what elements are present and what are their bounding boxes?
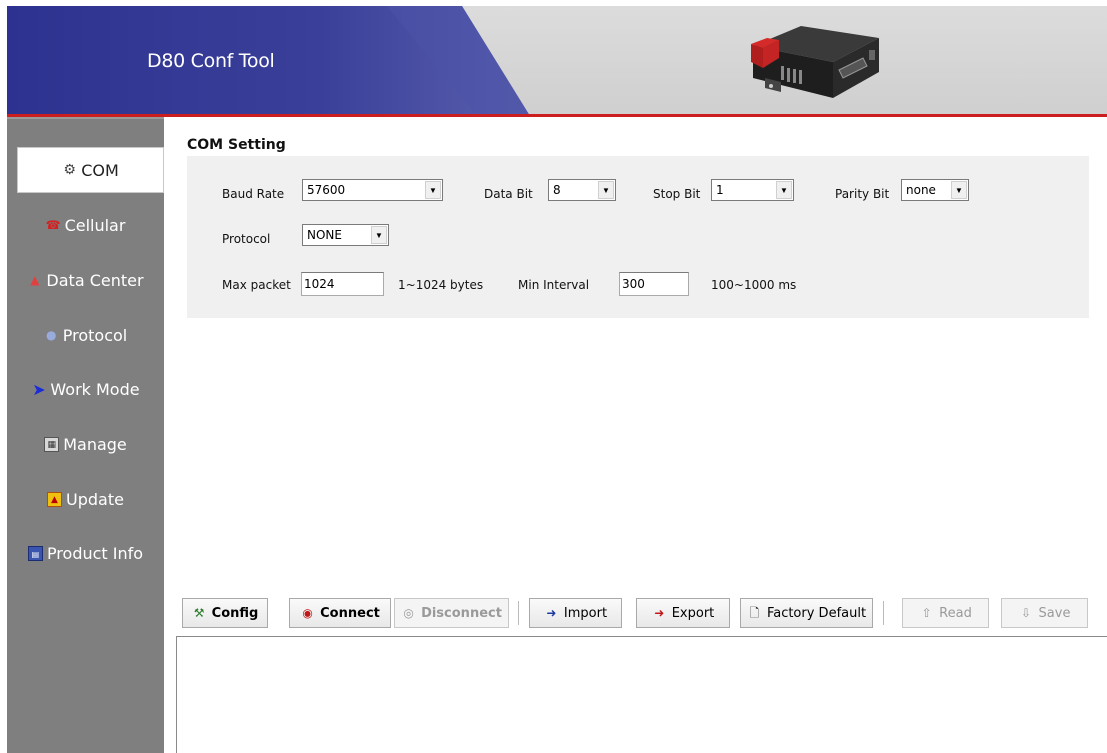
protocol-label: Protocol: [222, 232, 271, 246]
connect-label: Connect: [320, 605, 380, 621]
toolbar-separator: [883, 601, 884, 625]
min-interval-hint: 100~1000 ms: [711, 278, 797, 292]
protocol-value: NONE: [307, 228, 342, 242]
sidebar-item-label: Cellular: [64, 215, 126, 235]
data-bit-label: Data Bit: [484, 187, 533, 201]
sidebar-item-work-mode[interactable]: ➤ Work Mode: [7, 366, 164, 412]
sidebar-item-cellular[interactable]: ☎ Cellular: [7, 202, 164, 248]
update-icon: ▲: [47, 491, 63, 507]
data-bit-select[interactable]: 8 ▼: [548, 179, 616, 201]
header-banner: D80 Conf Tool: [7, 6, 1107, 116]
sidebar-item-label: Product Info: [46, 543, 144, 563]
config-label: Config: [211, 605, 259, 621]
arrow-down-icon: ⇩: [1021, 605, 1032, 620]
disconnect-label: Disconnect: [421, 605, 502, 621]
import-button[interactable]: ➜ Import: [529, 598, 622, 628]
chevron-down-icon[interactable]: ▼: [776, 181, 792, 199]
chevron-down-icon[interactable]: ▼: [371, 226, 387, 244]
parity-bit-label: Parity Bit: [835, 187, 890, 201]
sidebar-item-product-info[interactable]: ▤ Product Info: [7, 530, 164, 576]
chevron-down-icon[interactable]: ▼: [425, 181, 441, 199]
save-button[interactable]: ⇩ Save: [1001, 598, 1088, 628]
sidebar-item-label: Work Mode: [50, 379, 140, 399]
connect-button[interactable]: ◉ Connect: [289, 598, 391, 628]
chevron-down-icon[interactable]: ▼: [951, 181, 967, 199]
sidebar-item-com[interactable]: ⚙ COM: [17, 147, 164, 193]
sidebar-item-label: COM: [81, 160, 119, 180]
export-button[interactable]: ➜ Export: [636, 598, 730, 628]
import-icon: ➜: [546, 605, 557, 620]
import-label: Import: [563, 605, 608, 621]
baud-rate-value: 57600: [307, 183, 346, 197]
disconnect-icon: ◎: [403, 605, 414, 620]
product-info-icon: ▤: [27, 545, 43, 561]
protocol-icon: ●: [46, 327, 57, 342]
sidebar: ⚙ COM ☎ Cellular ▲ Data Center ● Protoco…: [7, 117, 164, 753]
data-bit-value: 8: [553, 183, 561, 197]
save-label: Save: [1038, 605, 1071, 621]
min-interval-input[interactable]: 300: [619, 272, 689, 296]
data-center-icon: ▲: [30, 272, 40, 287]
export-icon: ➜: [654, 605, 665, 620]
com-settings-panel: Baud Rate 57600 ▼ Data Bit 8 ▼ Stop Bit …: [187, 156, 1089, 318]
max-packet-hint: 1~1024 bytes: [398, 278, 484, 292]
document-icon: 🗋: [749, 605, 760, 620]
baud-rate-select[interactable]: 57600 ▼: [302, 179, 443, 201]
stop-bit-value: 1: [716, 183, 724, 197]
header-divider-line: [7, 114, 1107, 117]
factory-default-label: Factory Default: [766, 605, 867, 621]
arrow-right-icon: ➤: [32, 379, 46, 399]
parity-bit-value: none: [906, 183, 936, 197]
sidebar-item-label: Protocol: [62, 325, 128, 345]
section-title: COM Setting: [187, 137, 286, 153]
sidebar-item-label: Data Center: [46, 270, 144, 290]
disconnect-button[interactable]: ◎ Disconnect: [394, 598, 509, 628]
sidebar-item-update[interactable]: ▲ Update: [7, 476, 164, 522]
sidebar-item-manage[interactable]: ▦ Manage: [7, 421, 164, 467]
arrow-up-icon: ⇧: [921, 605, 932, 620]
max-packet-label: Max packet: [222, 278, 291, 292]
max-packet-input[interactable]: 1024: [301, 272, 384, 296]
stop-bit-label: Stop Bit: [653, 187, 701, 201]
sidebar-item-label: Manage: [63, 434, 127, 454]
serial-port-icon: ⚙: [63, 161, 76, 178]
phone-icon: ☎: [45, 217, 61, 232]
sidebar-item-label: Update: [66, 489, 124, 509]
read-button[interactable]: ⇧ Read: [902, 598, 989, 628]
log-output-area[interactable]: [176, 636, 1107, 753]
toolbar-separator: [518, 601, 519, 625]
device-image: [751, 26, 879, 98]
sidebar-item-protocol[interactable]: ● Protocol: [7, 312, 164, 358]
read-label: Read: [939, 605, 972, 621]
factory-default-button[interactable]: 🗋 Factory Default: [740, 598, 873, 628]
action-toolbar: ⚒ Config ◉ Connect ◎ Disconnect ➜ Import…: [176, 592, 1107, 636]
app-title: D80 Conf Tool: [147, 50, 275, 72]
protocol-select[interactable]: NONE ▼: [302, 224, 389, 246]
parity-bit-select[interactable]: none ▼: [901, 179, 969, 201]
config-icon: ⚒: [193, 605, 205, 620]
min-interval-label: Min Interval: [518, 278, 590, 292]
baud-rate-label: Baud Rate: [222, 187, 285, 201]
connect-icon: ◉: [302, 605, 313, 620]
config-button[interactable]: ⚒ Config: [182, 598, 268, 628]
manage-icon: ▦: [44, 436, 60, 452]
stop-bit-select[interactable]: 1 ▼: [711, 179, 794, 201]
chevron-down-icon[interactable]: ▼: [598, 181, 614, 199]
export-label: Export: [671, 605, 715, 621]
app-window: D80 Conf Tool ⚙ COM ☎ Cellular ▲ Data Ce…: [0, 0, 1107, 753]
sidebar-item-data-center[interactable]: ▲ Data Center: [7, 257, 164, 303]
